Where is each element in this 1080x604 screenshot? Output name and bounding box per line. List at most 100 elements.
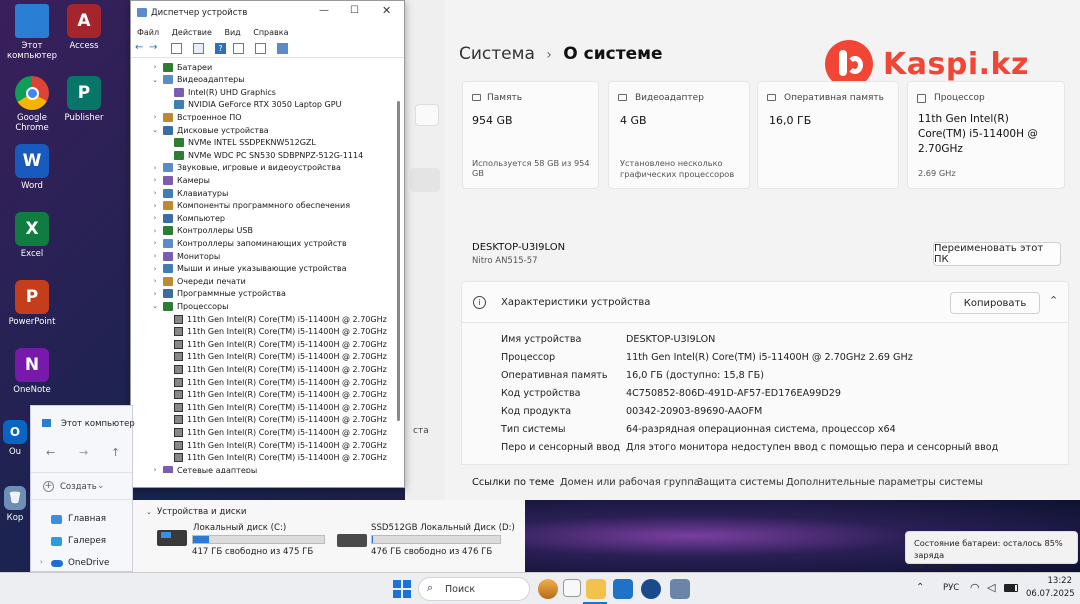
clock-time[interactable]: 13:22 (1036, 576, 1073, 586)
tree-category[interactable]: ⌄ Видеоадаптеры (151, 74, 245, 86)
chevron-right-icon[interactable]: › (151, 176, 159, 184)
chevron-right-icon[interactable]: › (151, 113, 159, 121)
chevron-right-icon[interactable]: › (151, 277, 159, 285)
desktop-icon-publisher[interactable]: P Publisher (52, 76, 116, 123)
update-driver-icon[interactable] (233, 43, 244, 54)
properties-icon[interactable] (193, 43, 204, 54)
nav-onedrive[interactable]: OneDrive (68, 558, 109, 568)
tree-item-cpu[interactable]: 11th Gen Intel(R) Core(TM) i5-11400H @ 2… (174, 389, 387, 401)
input-language[interactable]: РУС (943, 583, 959, 593)
clock-date[interactable]: 06.07.2025 (1026, 589, 1075, 599)
tree-category[interactable]: › Программные устройства (151, 288, 286, 300)
tree-category[interactable]: › Камеры (151, 174, 210, 186)
chevron-right-icon[interactable]: › (151, 290, 159, 298)
tree-category[interactable]: › Компоненты программного обеспечения (151, 200, 350, 212)
chevron-right-icon[interactable]: › (151, 214, 159, 222)
tree-item-cpu[interactable]: 11th Gen Intel(R) Core(TM) i5-11400H @ 2… (174, 338, 387, 350)
tree-category[interactable]: › Контроллеры USB (151, 225, 253, 237)
tree-category[interactable]: › Звуковые, игровые и видеоустройства (151, 162, 341, 174)
title-bar[interactable]: Диспетчер устройств — ☐ ✕ (131, 1, 404, 25)
chevron-right-icon[interactable]: › (40, 558, 43, 566)
desktop-icon-onenote[interactable]: N OneNote (0, 348, 64, 395)
search-box-edge[interactable] (415, 104, 439, 126)
chevron-right-icon[interactable]: › (151, 239, 159, 247)
nav-home[interactable]: Главная (68, 514, 106, 524)
battery-icon[interactable] (1004, 584, 1018, 592)
drive-d-name[interactable]: SSD512GB Локальный Диск (D:) (371, 523, 515, 533)
up-arrow-icon[interactable]: ↑ (111, 446, 120, 459)
desktop-icon-powerpoint[interactable]: P PowerPoint (0, 280, 64, 327)
create-button[interactable]: Создать (60, 482, 97, 492)
chevron-right-icon[interactable]: › (151, 466, 159, 473)
tree-category[interactable]: ⌄ Дисковые устройства (151, 124, 269, 136)
back-arrow-icon[interactable]: ← (46, 446, 55, 459)
tree-device[interactable]: Intel(R) UHD Graphics (174, 86, 276, 98)
back-arrow-icon[interactable]: ← (135, 42, 143, 53)
desktop-icon-word[interactable]: W Word (0, 144, 64, 191)
minimize-icon[interactable]: — (319, 5, 329, 16)
tree-category[interactable]: › Очереди печати (151, 275, 246, 287)
chevron-down-icon[interactable]: ⌄ (151, 126, 159, 134)
tree-category[interactable]: › Мыши и иные указывающие устройства (151, 263, 346, 275)
nav-gallery[interactable]: Галерея (68, 536, 106, 546)
chevron-down-icon[interactable]: ⌄ (146, 508, 152, 516)
tree-item-cpu[interactable]: 11th Gen Intel(R) Core(TM) i5-11400H @ 2… (174, 326, 387, 338)
taskbar-search[interactable]: ⌕ Поиск (418, 577, 530, 601)
tree-category[interactable]: › Встроенное ПО (151, 111, 242, 123)
chevron-right-icon[interactable]: › (151, 63, 159, 71)
tree-category[interactable]: › Сетевые адаптеры (151, 464, 257, 473)
store-icon[interactable] (613, 579, 633, 599)
tree-category[interactable]: › Компьютер (151, 212, 225, 224)
nav-selected-item[interactable] (410, 168, 440, 192)
scan-icon[interactable] (255, 43, 266, 54)
tree-item-cpu[interactable]: 11th Gen Intel(R) Core(TM) i5-11400H @ 2… (174, 426, 387, 438)
tree-category[interactable]: › Контроллеры запоминающих устройств (151, 237, 347, 249)
tree-item-cpu[interactable]: 11th Gen Intel(R) Core(TM) i5-11400H @ 2… (174, 414, 387, 426)
close-icon[interactable]: ✕ (382, 4, 391, 17)
link-advanced-settings[interactable]: Дополнительные параметры системы (786, 477, 983, 488)
tree-item-cpu[interactable]: 11th Gen Intel(R) Core(TM) i5-11400H @ 2… (174, 351, 387, 363)
link-domain-workgroup[interactable]: Домен или рабочая группа (560, 477, 700, 488)
chevron-down-icon[interactable]: ⌄ (151, 76, 159, 84)
tree-item-cpu[interactable]: 11th Gen Intel(R) Core(TM) i5-11400H @ 2… (174, 363, 387, 375)
menu-help[interactable]: Справка (253, 28, 288, 37)
chevron-right-icon[interactable]: › (151, 164, 159, 172)
desktop-icon-excel[interactable]: X Excel (0, 212, 64, 259)
widgets-icon[interactable] (538, 579, 558, 599)
settings-gear-icon[interactable] (641, 579, 661, 599)
scrollbar[interactable] (397, 101, 400, 421)
tree-category[interactable]: › Батареи (151, 61, 212, 73)
tree-category[interactable]: ⌄ Процессоры (151, 300, 228, 312)
link-system-protection[interactable]: Защита системы (697, 477, 784, 488)
menu-view[interactable]: Вид (224, 28, 240, 37)
file-explorer-icon[interactable] (586, 579, 606, 599)
chevron-right-icon[interactable]: › (151, 227, 159, 235)
rename-pc-button[interactable]: Переименовать этот ПК (933, 242, 1061, 266)
tree-device[interactable]: NVMe INTEL SSDPEKNW512GZL (174, 137, 316, 149)
copy-button[interactable]: Копировать (950, 292, 1040, 314)
desktop-icon-access[interactable]: A Access (52, 4, 116, 51)
help-icon[interactable]: ? (215, 43, 226, 54)
drive-c-name[interactable]: Локальный диск (C:) (193, 523, 286, 533)
volume-icon[interactable]: ◁ (987, 581, 995, 594)
tree-item-cpu[interactable]: 11th Gen Intel(R) Core(TM) i5-11400H @ 2… (174, 439, 387, 451)
chevron-right-icon[interactable]: › (151, 189, 159, 197)
tree-device[interactable]: NVIDIA GeForce RTX 3050 Laptop GPU (174, 99, 341, 111)
desktop-icon-recycle[interactable]: 🗑 Кор (0, 486, 30, 523)
chevron-up-icon[interactable]: ⌃ (1049, 294, 1058, 307)
view-icon[interactable] (171, 43, 182, 54)
chevron-down-icon[interactable]: ⌄ (97, 481, 105, 491)
chevron-right-icon[interactable]: › (151, 252, 159, 260)
chevron-right-icon[interactable]: › (151, 202, 159, 210)
tree-item-cpu[interactable]: 11th Gen Intel(R) Core(TM) i5-11400H @ 2… (174, 401, 387, 413)
monitor-small-icon[interactable] (277, 43, 288, 54)
windows-start-icon[interactable] (393, 580, 411, 598)
forward-arrow-icon[interactable]: → (79, 446, 88, 459)
chevron-down-icon[interactable]: ⌄ (151, 302, 159, 310)
forward-arrow-icon[interactable]: → (149, 42, 157, 53)
tree-item-cpu[interactable]: 11th Gen Intel(R) Core(TM) i5-11400H @ 2… (174, 376, 387, 388)
menu-action[interactable]: Действие (172, 28, 212, 37)
wifi-icon[interactable]: ◠ (970, 581, 980, 594)
chevron-right-icon[interactable]: › (151, 265, 159, 273)
menu-file[interactable]: Файл (137, 28, 159, 37)
